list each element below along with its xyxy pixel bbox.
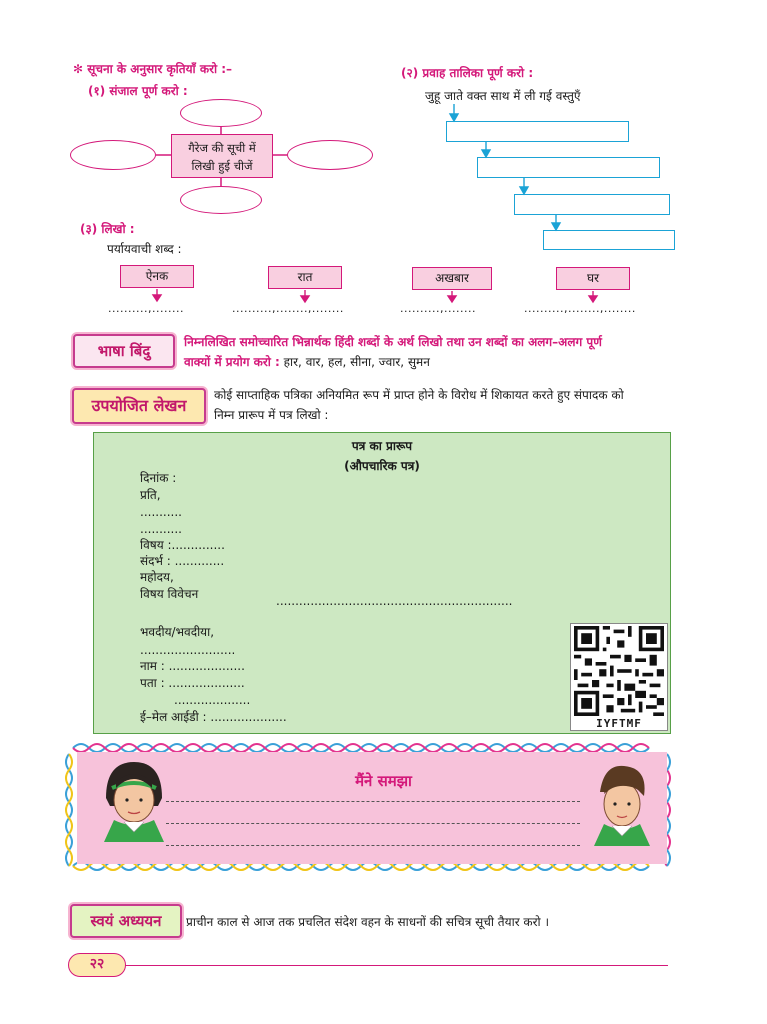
letter-email[interactable]: ई–मेल आईडी : ....................: [140, 710, 287, 725]
letter-body-dots[interactable]: ........................................…: [276, 594, 513, 609]
letter-title: पत्र का प्रारूप: [351, 439, 413, 453]
letter-name[interactable]: नाम : ....................: [140, 659, 245, 674]
q3-title: (३) लिखो :: [80, 222, 135, 236]
letter-format-box: पत्र का प्रारूप (औपचारिक पत्र) दिनांक : …: [93, 432, 671, 734]
answer-line-1[interactable]: [166, 801, 580, 802]
letter-address[interactable]: पता : ....................: [140, 676, 245, 691]
synonym-answer-1[interactable]: ..........,........: [108, 302, 184, 315]
bhasha-bindu-badge: भाषा बिंदु: [73, 334, 175, 368]
letter-subtitle: (औपचारिक पत्र): [344, 459, 420, 473]
letter-address2[interactable]: ....................: [174, 693, 250, 708]
synonym-answer-2[interactable]: ..........,........,........: [232, 302, 344, 315]
letter-addr2[interactable]: ...........: [140, 522, 182, 537]
synonym-answer-3[interactable]: ..........,........: [400, 302, 476, 315]
footer-rule: [118, 965, 668, 966]
letter-to: प्रति,: [140, 488, 161, 502]
upayojit-line2: निम्न प्रारूप में पत्र लिखो :: [214, 408, 329, 422]
answer-line-2[interactable]: [166, 823, 580, 824]
letter-salutation: महोदय,: [140, 570, 174, 584]
q3-subtitle: पर्यायवाची शब्द :: [107, 242, 182, 256]
bhasha-bindu-words: हार, वार, हल, सीना, ज्वार, सुमन: [283, 355, 430, 369]
qr-code: IYFTMF: [570, 623, 668, 731]
girl-illustration: [104, 762, 164, 842]
letter-closing: भवदीय/भवदीया,: [140, 625, 215, 639]
letter-addr1[interactable]: ...........: [140, 505, 182, 520]
boy-illustration: [594, 765, 650, 846]
upayojit-line1: कोई साप्ताहिक पत्रिका अनियमित रूप में प्…: [214, 388, 624, 402]
letter-subject[interactable]: विषय :..............: [140, 538, 225, 553]
upayojit-lekhan-badge: उपयोजित लेखन: [72, 388, 206, 424]
bhasha-bindu-line1: निम्नलिखित समोच्चारित भिन्नार्थक हिंदी श…: [184, 335, 602, 349]
letter-sign-dots[interactable]: .........................: [140, 643, 235, 658]
synonym-answer-4[interactable]: ..........,........,........: [524, 302, 636, 315]
qr-code-label: IYFTMF: [596, 717, 642, 730]
letter-body-label: विषय विवेचन: [140, 587, 199, 601]
swayam-adhyayan-badge: स्वयं अध्ययन: [70, 904, 182, 938]
swayam-adhyayan-text: प्राचीन काल से आज तक प्रचलित संदेश वहन क…: [186, 915, 550, 929]
qr-code-icon: [574, 626, 664, 716]
letter-reference[interactable]: संदर्भ : .............: [140, 554, 224, 569]
page-number: २२: [68, 953, 126, 977]
bhasha-bindu-prefix: वाक्यों में प्रयोग करो :: [184, 355, 280, 369]
answer-line-3[interactable]: [166, 845, 580, 846]
letter-date[interactable]: दिनांक :: [140, 471, 176, 486]
